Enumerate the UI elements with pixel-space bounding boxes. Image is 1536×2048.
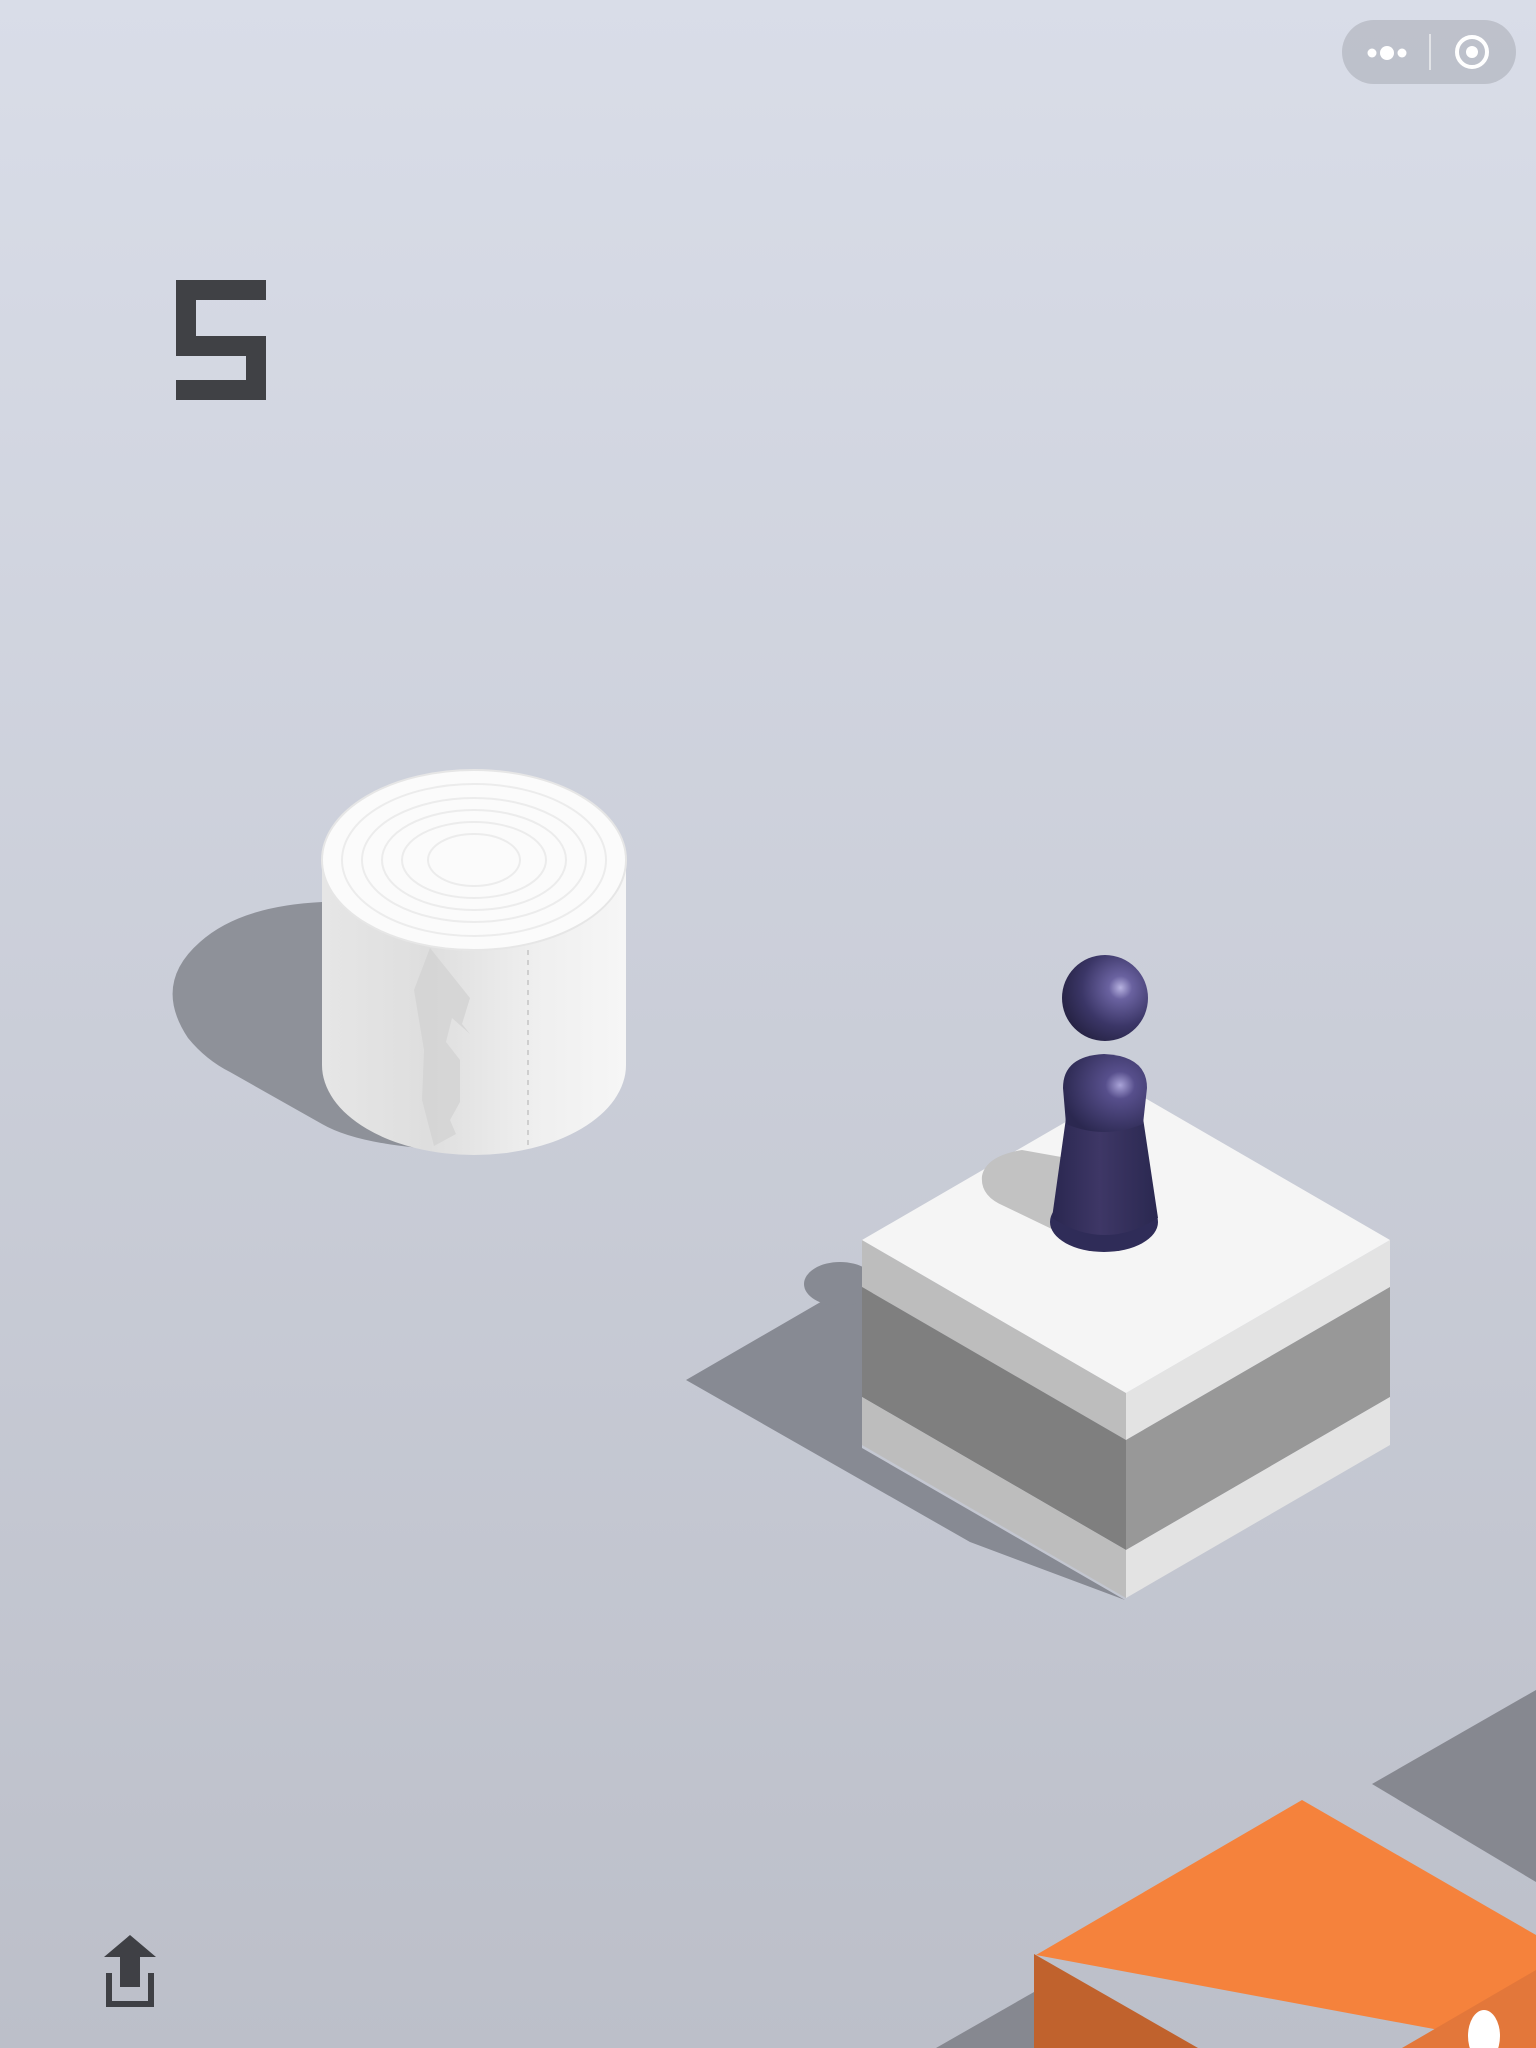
share-button[interactable] bbox=[96, 1935, 164, 2007]
mini-program-capsule bbox=[1342, 20, 1516, 84]
score-display: 5 bbox=[170, 272, 280, 422]
player-head bbox=[1062, 955, 1148, 1041]
more-dots-icon bbox=[1367, 46, 1407, 60]
score-digit-5 bbox=[176, 280, 266, 400]
player-piece bbox=[1050, 955, 1158, 1252]
share-upload-icon bbox=[104, 1935, 156, 2007]
more-button[interactable] bbox=[1342, 20, 1428, 84]
close-button[interactable] bbox=[1431, 20, 1516, 84]
cylinder-platform[interactable] bbox=[321, 769, 627, 1155]
target-circle-icon bbox=[1455, 35, 1489, 69]
